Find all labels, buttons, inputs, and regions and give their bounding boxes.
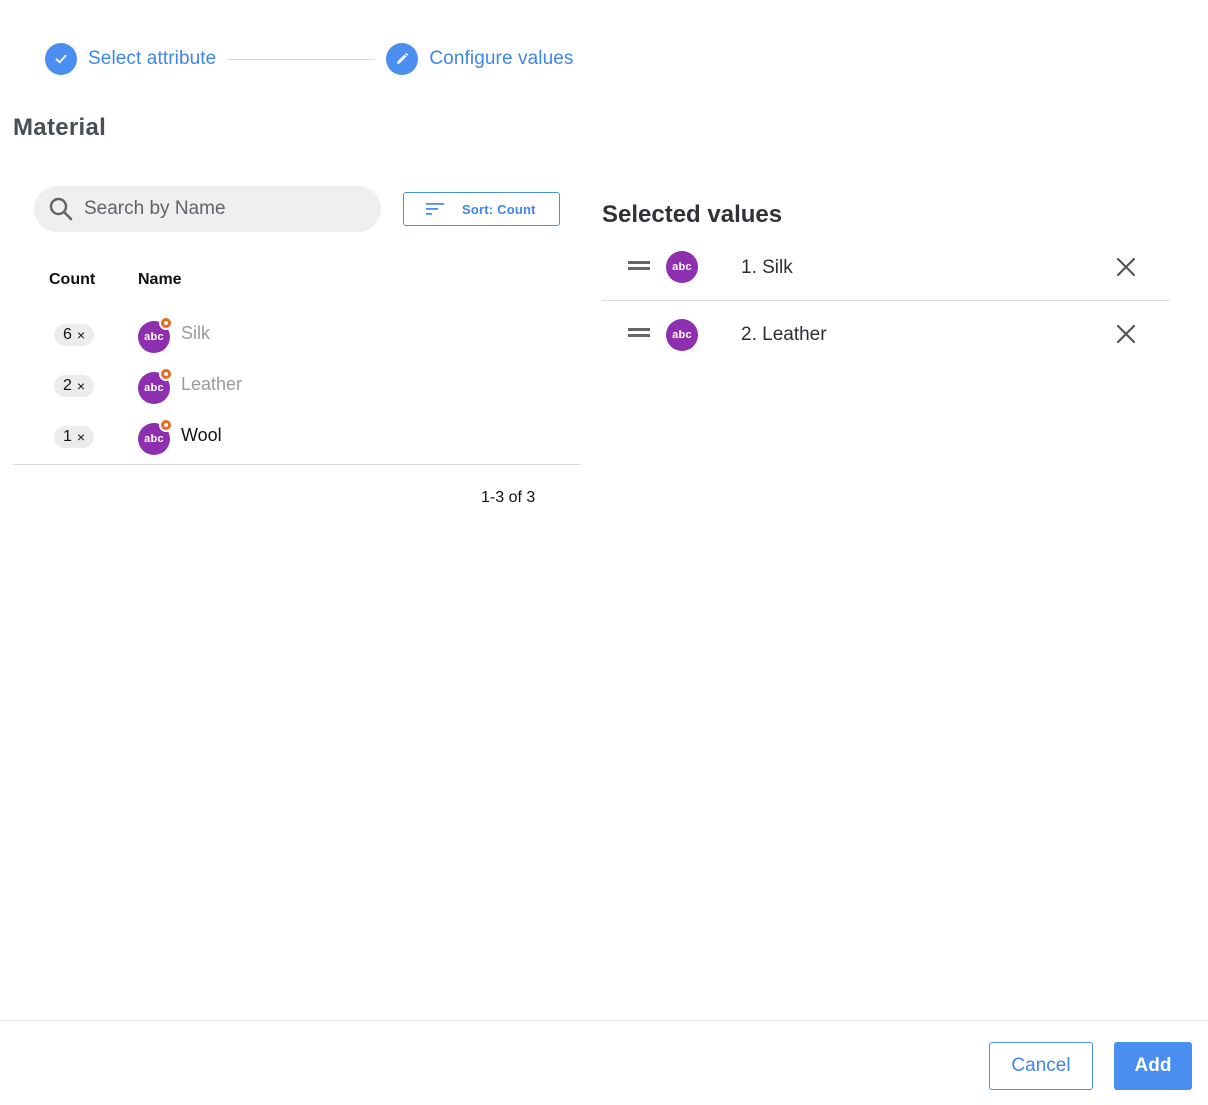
count-value: 1 <box>63 428 72 445</box>
cancel-button[interactable]: Cancel <box>989 1042 1093 1090</box>
pagination-info: 1-3 of 3 <box>481 489 536 506</box>
close-icon[interactable] <box>1114 255 1138 279</box>
row-name: Silk <box>181 323 211 343</box>
count-chip: 2 × <box>54 375 95 397</box>
selected-value-item: abc 2. Leather <box>602 301 1170 368</box>
close-icon[interactable] <box>1114 322 1138 346</box>
step-active-indicator <box>386 43 419 75</box>
count-chip: 1 × <box>54 426 95 448</box>
footer-divider <box>0 1020 1208 1021</box>
step-label: Configure values <box>429 48 574 69</box>
pencil-icon <box>397 52 409 64</box>
text-type-avatar: abc <box>666 319 698 351</box>
count-suffix: × <box>76 327 86 343</box>
table-row[interactable]: 2 × abc Leather <box>13 362 581 413</box>
selected-value-label: 2. Leather <box>741 324 827 345</box>
column-header-count[interactable]: Count <box>49 271 95 289</box>
check-icon <box>55 54 67 64</box>
step-configure-values[interactable]: Configure values <box>386 43 573 75</box>
selected-badge-icon <box>159 316 173 330</box>
count-value: 6 <box>63 326 72 343</box>
selected-badge-icon <box>159 367 173 381</box>
avatar-text: abc <box>144 331 164 343</box>
drag-handle-icon[interactable] <box>628 261 650 270</box>
sort-button[interactable]: Sort: Count <box>403 192 560 226</box>
avatar-text: abc <box>672 261 692 273</box>
table-divider <box>13 464 581 465</box>
text-type-avatar: abc <box>666 251 698 283</box>
attribute-title: Material <box>13 114 107 141</box>
column-header-name[interactable]: Name <box>138 271 182 289</box>
drag-handle-icon[interactable] <box>628 328 650 337</box>
selected-value-label: 1. Silk <box>741 257 793 278</box>
step-completed-indicator <box>45 43 77 75</box>
badge-icon <box>159 418 173 432</box>
table-row[interactable]: 1 × abc Wool <box>13 413 581 464</box>
row-name: Wool <box>181 425 222 445</box>
step-select-attribute[interactable]: Select attribute <box>45 43 216 75</box>
step-label: Select attribute <box>88 48 217 69</box>
search-input[interactable] <box>84 198 364 220</box>
row-name: Leather <box>181 374 243 394</box>
table-row[interactable]: 6 × abc Silk <box>13 311 581 362</box>
count-value: 2 <box>63 377 72 394</box>
selected-value-item: abc 1. Silk <box>602 234 1170 301</box>
count-chip: 6 × <box>54 324 95 346</box>
sort-label: Sort: Count <box>462 201 536 217</box>
count-suffix: × <box>76 429 86 445</box>
search-box <box>34 186 381 232</box>
search-icon <box>49 197 73 221</box>
sort-icon <box>426 203 444 215</box>
add-button[interactable]: Add <box>1114 1042 1192 1090</box>
selected-values-title: Selected values <box>602 201 783 228</box>
step-connector <box>227 58 376 60</box>
count-suffix: × <box>76 378 86 394</box>
avatar-text: abc <box>672 329 692 341</box>
stepper: Select attribute Configure values <box>45 43 574 75</box>
avatar-text: abc <box>144 433 164 445</box>
avatar-text: abc <box>144 382 164 394</box>
